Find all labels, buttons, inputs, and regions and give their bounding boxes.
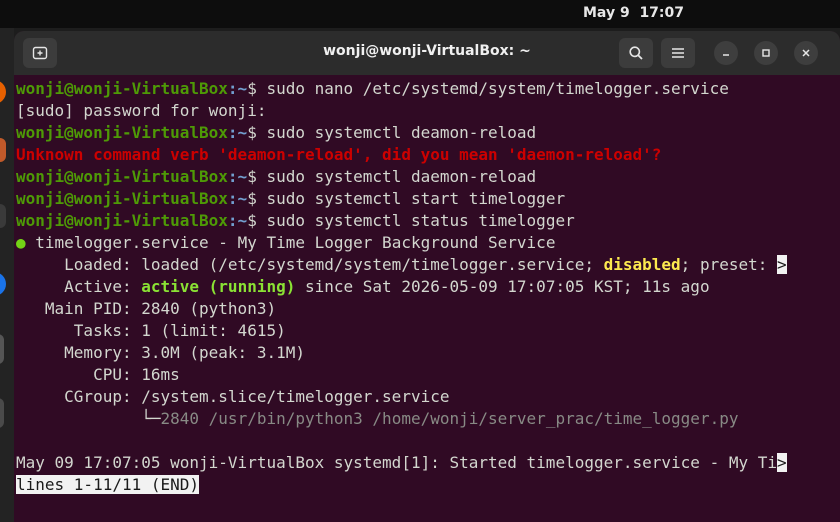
header-bar: wonji@wonji-VirtualBox: ~ [14, 31, 840, 75]
terminal-line: wonji@wonji-VirtualBox:~$ sudo systemctl… [16, 123, 537, 142]
terminal-line: wonji@wonji-VirtualBox:~$ sudo systemctl… [16, 189, 566, 208]
search-icon [629, 46, 643, 60]
terminal-line: CPU: 16ms [16, 365, 180, 384]
close-icon [802, 49, 810, 57]
search-button[interactable] [619, 38, 653, 68]
log-line: May 09 17:07:05 wonji-VirtualBox systemd… [16, 453, 787, 472]
terminal-line: wonji@wonji-VirtualBox:~$ sudo systemctl… [16, 211, 575, 230]
terminal-window: wonji@wonji-VirtualBox: ~ wonji@wonji-Vi… [14, 31, 840, 522]
chrome-icon[interactable] [0, 272, 6, 296]
dock [0, 28, 14, 522]
hamburger-icon [672, 48, 684, 58]
active-line: Active: active (running) since Sat 2026-… [16, 277, 710, 296]
terminal-line: CGroup: /system.slice/timelogger.service [16, 387, 450, 406]
service-header-line: ● timelogger.service - My Time Logger Ba… [16, 233, 556, 252]
pager-status: lines 1-11/11 (END) [16, 475, 200, 494]
error-line: Unknown command verb 'deamon-reload', di… [16, 145, 662, 164]
truncation-marker: > [777, 453, 787, 472]
terminal-output[interactable]: wonji@wonji-VirtualBox:~$ sudo nano /etc… [16, 78, 836, 496]
firefox-icon[interactable] [0, 80, 6, 104]
process-line: └─2840 /usr/bin/python3 /home/wonji/serv… [16, 409, 739, 428]
menu-button[interactable] [661, 38, 695, 68]
terminal-line: wonji@wonji-VirtualBox:~$ sudo nano /etc… [16, 79, 729, 98]
loaded-line: Loaded: loaded (/etc/systemd/system/time… [16, 255, 787, 274]
truncation-marker: > [777, 255, 787, 274]
close-button[interactable] [794, 41, 818, 65]
terminal-line: wonji@wonji-VirtualBox:~$ sudo systemctl… [16, 167, 537, 186]
maximize-icon [762, 49, 770, 57]
clock[interactable]: May 9 17:07 [583, 5, 684, 21]
minimize-button[interactable] [714, 41, 738, 65]
terminal-line: Main PID: 2840 (python3) [16, 299, 277, 318]
minimize-icon [723, 54, 729, 56]
status-dot-icon: ● [16, 233, 26, 252]
terminal-line: Tasks: 1 (limit: 4615) [16, 321, 286, 340]
thunderbird-icon[interactable] [0, 138, 6, 162]
app-icon[interactable] [0, 398, 4, 428]
terminal-line: Memory: 3.0M (peak: 3.1M) [16, 343, 305, 362]
maximize-button[interactable] [754, 41, 778, 65]
terminal-line: [sudo] password for wonji: [16, 101, 267, 120]
files-icon[interactable] [0, 204, 6, 228]
app-icon[interactable] [0, 334, 4, 364]
top-bar: May 9 17:07 [0, 0, 840, 28]
